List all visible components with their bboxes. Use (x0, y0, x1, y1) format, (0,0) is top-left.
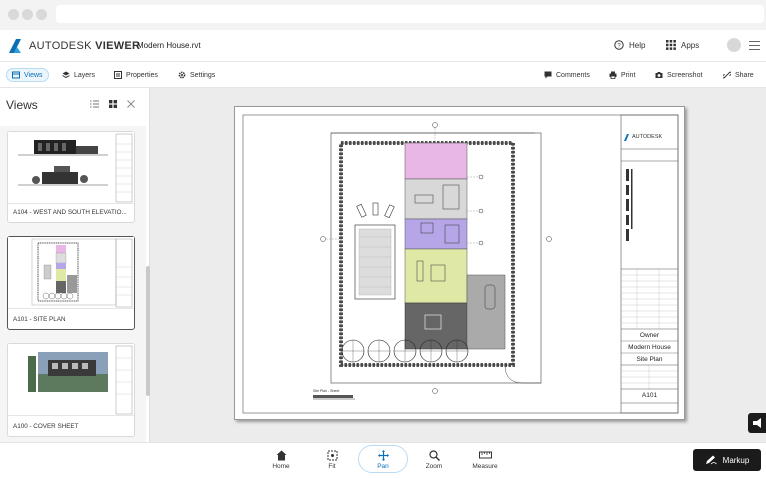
print-icon (609, 71, 617, 79)
title-block-sheet-name: Site Plan (636, 356, 663, 363)
drawing-sheet: AUTODESK Owner Modern House Site Plan A1… (234, 106, 685, 420)
measure-icon (478, 451, 492, 459)
list-view-icon[interactable] (90, 100, 99, 108)
layers-tab[interactable]: Layers (57, 68, 100, 82)
layers-icon (62, 71, 70, 79)
markup-button[interactable]: Markup (693, 449, 761, 471)
views-icon (12, 71, 20, 79)
fit-button[interactable]: Fit (312, 450, 352, 470)
thumbnail-list[interactable]: A104 - WEST AND SOUTH ELEVATIO... A101 -… (0, 126, 146, 442)
viewer-toolbar: Views Layers Properties Settings Comment… (0, 62, 766, 88)
window-maximize-dot[interactable] (36, 9, 47, 20)
window-minimize-dot[interactable] (22, 9, 33, 20)
cover-sheet-thumbnail (8, 344, 134, 416)
drawing-canvas[interactable]: AUTODESK Owner Modern House Site Plan A1… (150, 88, 766, 442)
thumbnail-card[interactable]: A100 - COVER SHEET (7, 343, 135, 437)
apps-button[interactable]: Apps (666, 40, 699, 50)
views-tab[interactable]: Views (6, 68, 49, 82)
chevron-right-icon: › (124, 39, 128, 53)
print-button[interactable]: Print (604, 68, 640, 82)
settings-icon (178, 71, 186, 79)
file-name: Modern House.rvt (137, 41, 201, 50)
title-block-owner: Owner (639, 332, 660, 339)
elevation-thumbnail (8, 132, 134, 204)
view-title-label: Site Plan - Sheet (313, 389, 340, 393)
feedback-tab[interactable] (748, 413, 766, 433)
title-block-logo: AUTODESK (632, 134, 663, 140)
views-panel-title: Views (6, 98, 38, 112)
zoom-button[interactable]: Zoom (414, 450, 454, 470)
menu-icon[interactable] (749, 41, 760, 50)
close-icon[interactable] (127, 100, 135, 108)
thumbnail-label: A104 - WEST AND SOUTH ELEVATIO... (13, 209, 127, 216)
help-button[interactable]: ? Help (614, 40, 645, 50)
browser-chrome (0, 0, 766, 30)
pen-icon (705, 455, 717, 465)
views-panel: Views A104 - WEST AND SOUTH ELEVATIO... … (0, 88, 150, 442)
comments-icon (544, 71, 552, 79)
thumbnail-card[interactable]: A104 - WEST AND SOUTH ELEVATIO... (7, 131, 135, 223)
address-bar[interactable] (56, 5, 764, 23)
comments-button[interactable]: Comments (539, 68, 595, 82)
site-plan-drawing (242, 114, 679, 414)
thumbnail-label: A101 - SITE PLAN (13, 316, 66, 323)
grid-view-icon[interactable] (109, 100, 117, 108)
user-avatar[interactable] (727, 38, 741, 52)
autodesk-logo-icon (9, 39, 21, 53)
apps-grid-icon (666, 40, 676, 50)
home-button[interactable]: Home (261, 450, 301, 470)
pan-button[interactable]: Pan (363, 450, 403, 470)
settings-tab[interactable]: Settings (173, 68, 220, 82)
properties-tab[interactable]: Properties (109, 68, 163, 82)
site-plan-thumbnail (8, 237, 134, 309)
home-icon (276, 450, 286, 461)
share-icon (723, 71, 731, 79)
zoom-icon (428, 450, 440, 461)
properties-icon (114, 71, 122, 79)
measure-button[interactable]: Measure (465, 450, 505, 470)
megaphone-icon (753, 418, 761, 428)
help-icon: ? (614, 40, 624, 50)
screenshot-button[interactable]: Screenshot (650, 68, 707, 82)
camera-icon (655, 72, 663, 78)
thumbnail-card-selected[interactable]: A101 - SITE PLAN (7, 236, 135, 330)
thumbnail-label: A100 - COVER SHEET (13, 423, 79, 430)
title-block-sheet-number: A101 (641, 392, 658, 399)
share-button[interactable]: Share (718, 68, 759, 82)
window-close-dot[interactable] (8, 9, 19, 20)
fit-icon (327, 450, 337, 461)
app-header: AUTODESK VIEWER › Modern House.rvt ? Hel… (0, 30, 766, 62)
title-block-project: Modern House (628, 344, 671, 351)
pan-icon (377, 450, 389, 461)
